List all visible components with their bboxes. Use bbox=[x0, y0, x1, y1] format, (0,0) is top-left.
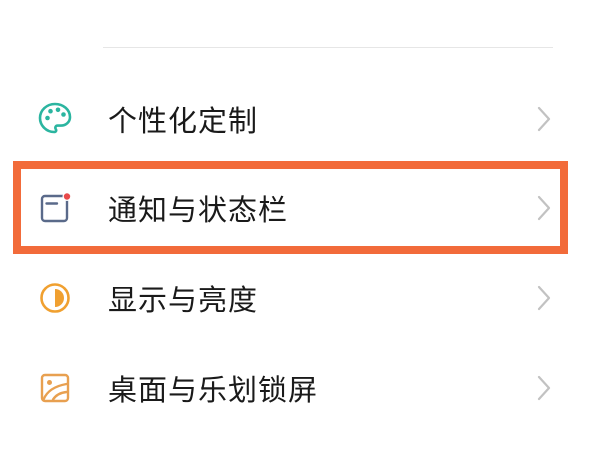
chevron-right-icon bbox=[536, 105, 552, 133]
settings-item-label: 个性化定制 bbox=[108, 104, 259, 138]
settings-item-label: 通知与状态栏 bbox=[108, 193, 289, 227]
settings-item-display-brightness[interactable]: 显示与亮度 bbox=[0, 263, 600, 333]
settings-item-desktop-lockscreen[interactable]: 桌面与乐划锁屏 bbox=[0, 353, 600, 423]
palette-icon bbox=[37, 101, 73, 137]
chevron-right-icon bbox=[536, 284, 552, 312]
divider bbox=[103, 47, 553, 48]
brightness-half-icon bbox=[37, 280, 73, 316]
notification-window-icon bbox=[37, 190, 73, 226]
wallpaper-icon bbox=[37, 370, 73, 406]
chevron-right-icon bbox=[536, 194, 552, 222]
settings-item-personalization[interactable]: 个性化定制 bbox=[0, 84, 600, 154]
settings-item-notifications[interactable]: 通知与状态栏 bbox=[0, 173, 600, 243]
settings-screen: 个性化定制 通知与状态栏 显示与亮度 桌面与乐划锁屏 bbox=[0, 0, 600, 450]
settings-item-label: 桌面与乐划锁屏 bbox=[108, 373, 319, 407]
settings-item-label: 显示与亮度 bbox=[108, 283, 259, 317]
chevron-right-icon bbox=[536, 374, 552, 402]
